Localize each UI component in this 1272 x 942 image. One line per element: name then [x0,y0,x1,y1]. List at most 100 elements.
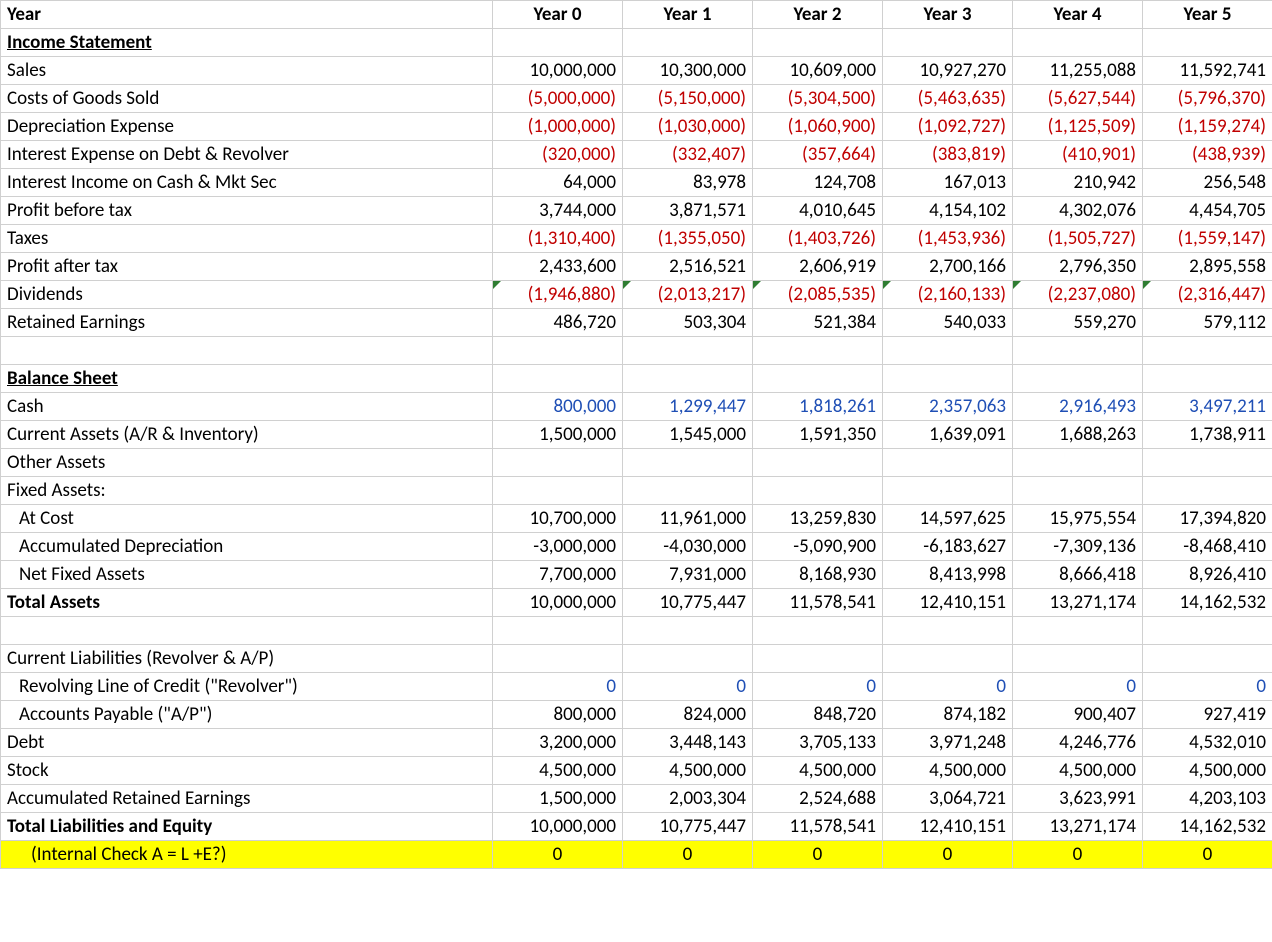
cell[interactable]: (1,946,880) [493,281,623,309]
cell[interactable]: 2,003,304 [623,785,753,813]
cell[interactable]: 3,623,991 [1013,785,1143,813]
cell[interactable]: 12,410,151 [883,589,1013,617]
cell[interactable]: 7,931,000 [623,561,753,589]
cell[interactable]: 3,200,000 [493,729,623,757]
cell[interactable]: 4,010,645 [753,197,883,225]
cell[interactable]: 2,516,521 [623,253,753,281]
cell[interactable]: (383,819) [883,141,1013,169]
cell[interactable]: 2,606,919 [753,253,883,281]
cell[interactable]: 4,302,076 [1013,197,1143,225]
cell[interactable]: 10,000,000 [493,813,623,841]
cell[interactable]: (5,000,000) [493,85,623,113]
cell[interactable]: 13,271,174 [1013,589,1143,617]
cell[interactable]: 579,112 [1143,309,1272,337]
cell[interactable]: 64,000 [493,169,623,197]
cell[interactable]: (320,000) [493,141,623,169]
cell[interactable]: 4,203,103 [1143,785,1272,813]
cell[interactable]: 256,548 [1143,169,1272,197]
cell[interactable]: 13,259,830 [753,505,883,533]
cell[interactable]: 4,500,000 [493,757,623,785]
cell[interactable]: -5,090,900 [753,533,883,561]
cell[interactable]: 4,246,776 [1013,729,1143,757]
cell[interactable]: 4,500,000 [883,757,1013,785]
cell[interactable]: (5,463,635) [883,85,1013,113]
cell[interactable]: 2,357,063 [883,393,1013,421]
cell[interactable]: 503,304 [623,309,753,337]
cell[interactable]: 521,384 [753,309,883,337]
cell[interactable]: (357,664) [753,141,883,169]
cell[interactable]: (2,237,080) [1013,281,1143,309]
cell[interactable]: 559,270 [1013,309,1143,337]
cell[interactable]: 3,971,248 [883,729,1013,757]
cell[interactable]: 824,000 [623,701,753,729]
cell[interactable]: 4,500,000 [623,757,753,785]
cell[interactable]: -6,183,627 [883,533,1013,561]
cell[interactable]: -8,468,410 [1143,533,1272,561]
cell[interactable]: 2,433,600 [493,253,623,281]
cell[interactable]: (438,939) [1143,141,1272,169]
cell[interactable]: 124,708 [753,169,883,197]
cell[interactable]: 11,578,541 [753,589,883,617]
cell[interactable]: 12,410,151 [883,813,1013,841]
cell[interactable]: 486,720 [493,309,623,337]
cell[interactable]: 3,871,571 [623,197,753,225]
cell[interactable]: 10,775,447 [623,813,753,841]
cell[interactable]: 11,578,541 [753,813,883,841]
cell[interactable]: 11,961,000 [623,505,753,533]
cell[interactable]: 0 [623,841,753,869]
cell[interactable]: -4,030,000 [623,533,753,561]
cell[interactable]: (410,901) [1013,141,1143,169]
cell[interactable]: 8,926,410 [1143,561,1272,589]
cell[interactable]: 4,532,010 [1143,729,1272,757]
cell[interactable]: 8,168,930 [753,561,883,589]
cell[interactable]: 10,000,000 [493,589,623,617]
cell[interactable]: 13,271,174 [1013,813,1143,841]
cell[interactable]: (2,160,133) [883,281,1013,309]
cell[interactable]: 1,545,000 [623,421,753,449]
cell[interactable]: (1,159,274) [1143,113,1272,141]
cell[interactable]: 0 [493,673,623,701]
cell[interactable]: (5,304,500) [753,85,883,113]
cell[interactable]: (1,403,726) [753,225,883,253]
cell[interactable]: 900,407 [1013,701,1143,729]
cell[interactable]: (332,407) [623,141,753,169]
cell[interactable]: 0 [623,673,753,701]
cell[interactable]: 2,916,493 [1013,393,1143,421]
cell[interactable]: (1,505,727) [1013,225,1143,253]
cell[interactable]: 11,592,741 [1143,57,1272,85]
cell[interactable]: 1,500,000 [493,421,623,449]
cell[interactable]: 10,775,447 [623,589,753,617]
cell[interactable]: 1,500,000 [493,785,623,813]
cell[interactable]: (1,092,727) [883,113,1013,141]
cell[interactable]: 2,700,166 [883,253,1013,281]
cell[interactable]: 2,524,688 [753,785,883,813]
cell[interactable]: 800,000 [493,701,623,729]
cell[interactable]: 15,975,554 [1013,505,1143,533]
cell[interactable]: (1,310,400) [493,225,623,253]
cell[interactable]: 11,255,088 [1013,57,1143,85]
cell[interactable]: 14,597,625 [883,505,1013,533]
cell[interactable]: 3,064,721 [883,785,1013,813]
cell[interactable]: 1,818,261 [753,393,883,421]
cell[interactable]: 1,639,091 [883,421,1013,449]
cell[interactable]: 14,162,532 [1143,589,1272,617]
cell[interactable]: 1,299,447 [623,393,753,421]
cell[interactable]: (1,125,509) [1013,113,1143,141]
cell[interactable]: -7,309,136 [1013,533,1143,561]
cell[interactable]: 2,796,350 [1013,253,1143,281]
cell[interactable]: 3,497,211 [1143,393,1272,421]
cell[interactable]: 10,927,270 [883,57,1013,85]
cell[interactable]: 210,942 [1013,169,1143,197]
cell[interactable]: 3,744,000 [493,197,623,225]
cell[interactable]: 1,738,911 [1143,421,1272,449]
cell[interactable]: (5,627,544) [1013,85,1143,113]
cell[interactable]: 10,609,000 [753,57,883,85]
cell[interactable]: -3,000,000 [493,533,623,561]
cell[interactable]: 4,500,000 [1143,757,1272,785]
cell[interactable]: 10,700,000 [493,505,623,533]
cell[interactable]: 4,500,000 [753,757,883,785]
cell[interactable]: 2,895,558 [1143,253,1272,281]
cell[interactable]: (2,013,217) [623,281,753,309]
cell[interactable]: (1,000,000) [493,113,623,141]
cell[interactable]: 0 [1013,841,1143,869]
